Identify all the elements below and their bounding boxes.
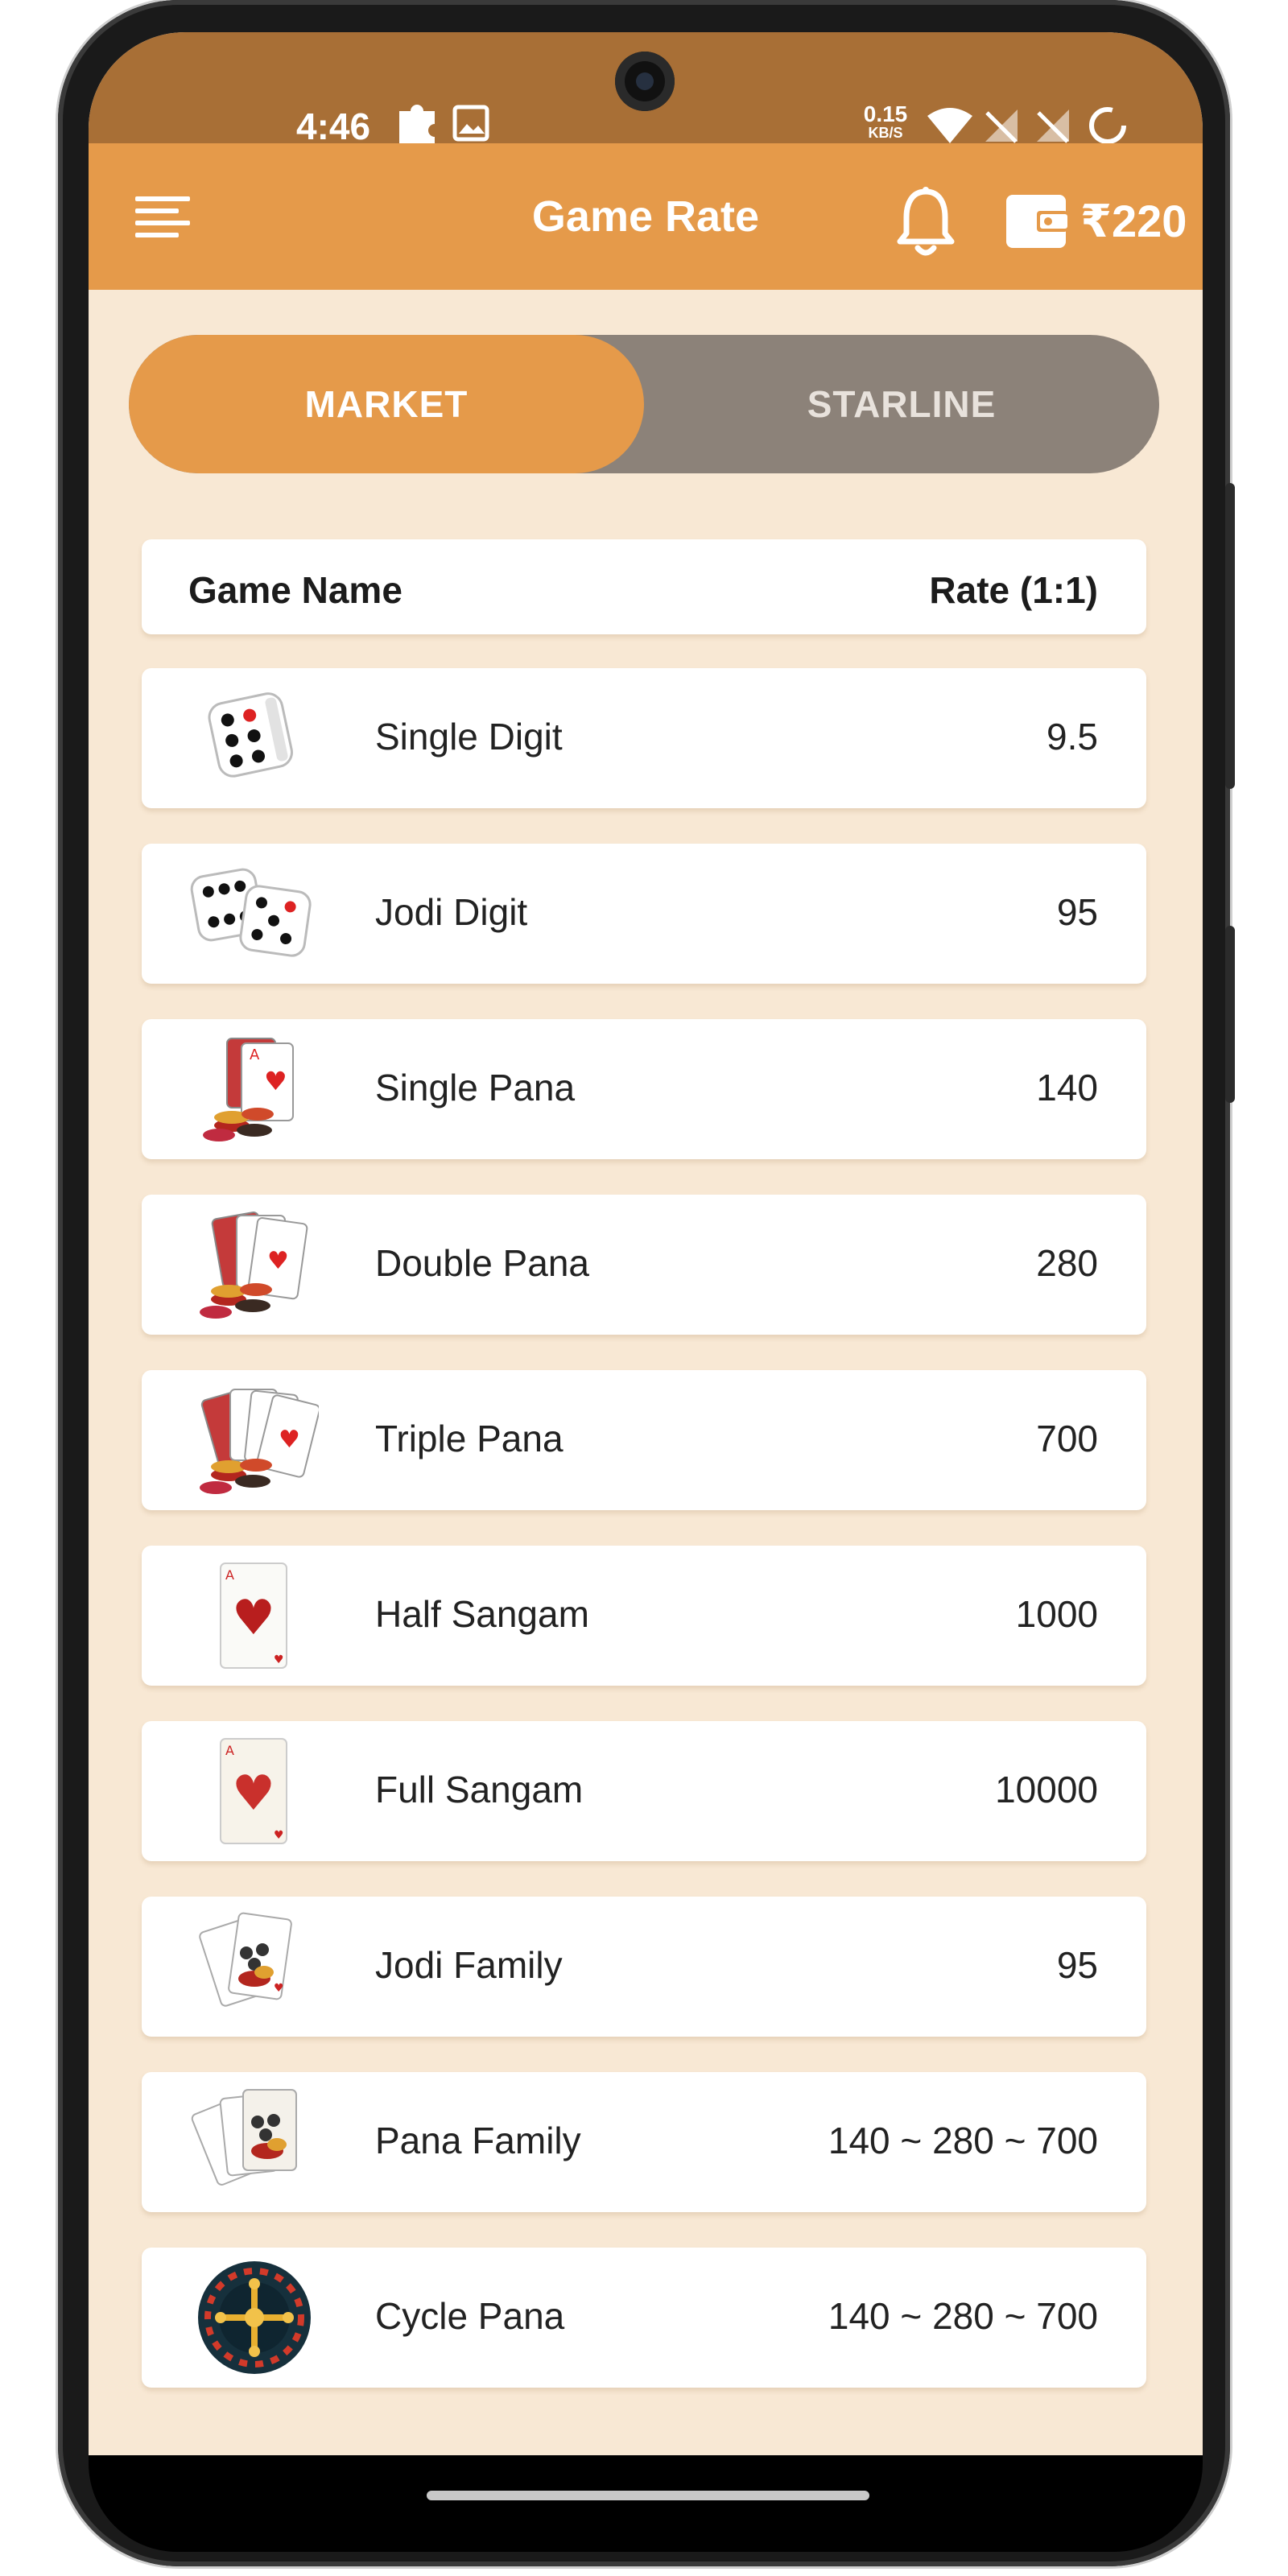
heart-card-icon: A ♥ ♥ — [220, 1738, 287, 1844]
battery-icon — [1089, 107, 1126, 144]
market-type-toggle: MARKET STARLINE — [129, 335, 1159, 473]
table-row: Jodi Digit 95 — [142, 844, 1146, 984]
table-row: A ♥ Single Pana 140 — [142, 1019, 1146, 1159]
svg-text:A: A — [225, 1567, 234, 1583]
power-button — [1225, 926, 1235, 1103]
cards-chips-icon: ♥ — [200, 1212, 308, 1319]
svg-text:♥: ♥ — [232, 1765, 275, 1822]
status-time: 4:46 — [296, 105, 371, 147]
app-bar: Game Rate ₹220 — [89, 143, 1203, 290]
game-rate: 140 ~ 280 ~ 700 — [828, 2120, 1098, 2161]
game-name: Jodi Digit — [375, 891, 528, 933]
family-cards-icon: ♥ — [199, 1912, 292, 2007]
navigation-area — [89, 2455, 1203, 2552]
screen: 4:46 0.15 KB/S Game Rate ₹220 MARKET STA… — [89, 32, 1203, 2455]
cards-chips-icon: A ♥ — [203, 1038, 294, 1141]
wallet-icon[interactable] — [1005, 193, 1067, 250]
net-speed-unit: KB/S — [868, 125, 903, 141]
table-row: Pana Family 140 ~ 280 ~ 700 — [142, 2072, 1146, 2212]
tab-market[interactable]: MARKET — [129, 335, 644, 473]
wifi-icon — [927, 108, 972, 143]
game-rate: 10000 — [995, 1769, 1098, 1810]
game-rate: 140 ~ 280 ~ 700 — [828, 2295, 1098, 2337]
game-rate: 95 — [1056, 891, 1098, 933]
column-game-name: Game Name — [188, 569, 402, 611]
svg-text:♥: ♥ — [274, 1829, 284, 1842]
net-speed-value: 0.15 — [863, 101, 908, 126]
table-row: ♥ Double Pana 280 — [142, 1195, 1146, 1335]
image-icon — [452, 105, 489, 142]
column-rate: Rate (1:1) — [929, 569, 1098, 611]
wallet-balance[interactable]: ₹220 — [1080, 195, 1187, 248]
no-sim-icon — [985, 109, 1018, 143]
game-rate: 700 — [1036, 1418, 1098, 1459]
heart-card-icon: A ♥ ♥ — [220, 1563, 287, 1669]
game-name: Pana Family — [375, 2120, 581, 2161]
game-rate: 9.5 — [1046, 716, 1098, 758]
table-row: A ♥ ♥ Half Sangam 1000 — [142, 1546, 1146, 1686]
tab-starline[interactable]: STARLINE — [644, 335, 1159, 473]
no-sim-icon — [1037, 109, 1069, 143]
game-name: Jodi Family — [375, 1944, 563, 1986]
volume-button — [1225, 483, 1235, 789]
table-row: A ♥ ♥ Full Sangam 10000 — [142, 1721, 1146, 1861]
svg-text:♥: ♥ — [279, 1426, 300, 1454]
game-rate: 140 — [1036, 1067, 1098, 1108]
svg-text:♥: ♥ — [267, 1247, 289, 1275]
home-gesture-bar[interactable] — [427, 2491, 869, 2500]
game-name: Single Pana — [375, 1067, 576, 1108]
svg-text:A: A — [225, 1743, 234, 1758]
game-name: Triple Pana — [375, 1418, 564, 1459]
game-rate: 1000 — [1015, 1593, 1098, 1635]
svg-text:♥: ♥ — [264, 1066, 287, 1096]
svg-text:♥: ♥ — [232, 1590, 275, 1646]
svg-text:♥: ♥ — [274, 1653, 284, 1666]
roulette-wheel-icon — [198, 2261, 311, 2374]
svg-text:A: A — [250, 1046, 260, 1063]
game-name: Single Digit — [375, 716, 563, 758]
net-speed: 0.15 KB/S — [861, 101, 910, 141]
game-name: Double Pana — [375, 1242, 589, 1284]
svg-text:♥: ♥ — [274, 1982, 284, 1995]
double-dice-icon — [190, 868, 312, 957]
single-dice-icon — [208, 692, 293, 778]
game-name: Cycle Pana — [375, 2295, 565, 2337]
game-rate: 280 — [1036, 1242, 1098, 1284]
cards-chips-icon: ♥ — [200, 1389, 319, 1494]
table-row: Single Digit 9.5 — [142, 668, 1146, 808]
game-name: Half Sangam — [375, 1593, 589, 1635]
bell-icon[interactable] — [894, 185, 958, 258]
game-name: Full Sangam — [375, 1769, 584, 1810]
table-row: ♥ Triple Pana 700 — [142, 1370, 1146, 1510]
puzzle-icon — [399, 105, 435, 148]
table-row: Cycle Pana 140 ~ 280 ~ 700 — [142, 2248, 1146, 2388]
status-bar: 4:46 0.15 KB/S — [89, 32, 1203, 148]
game-rate: 95 — [1056, 1944, 1098, 1986]
table-header: Game Name Rate (1:1) — [142, 539, 1146, 634]
front-camera — [615, 52, 675, 111]
table-row: ♥ Jodi Family 95 — [142, 1897, 1146, 2037]
family-cards-icon — [191, 2089, 297, 2186]
